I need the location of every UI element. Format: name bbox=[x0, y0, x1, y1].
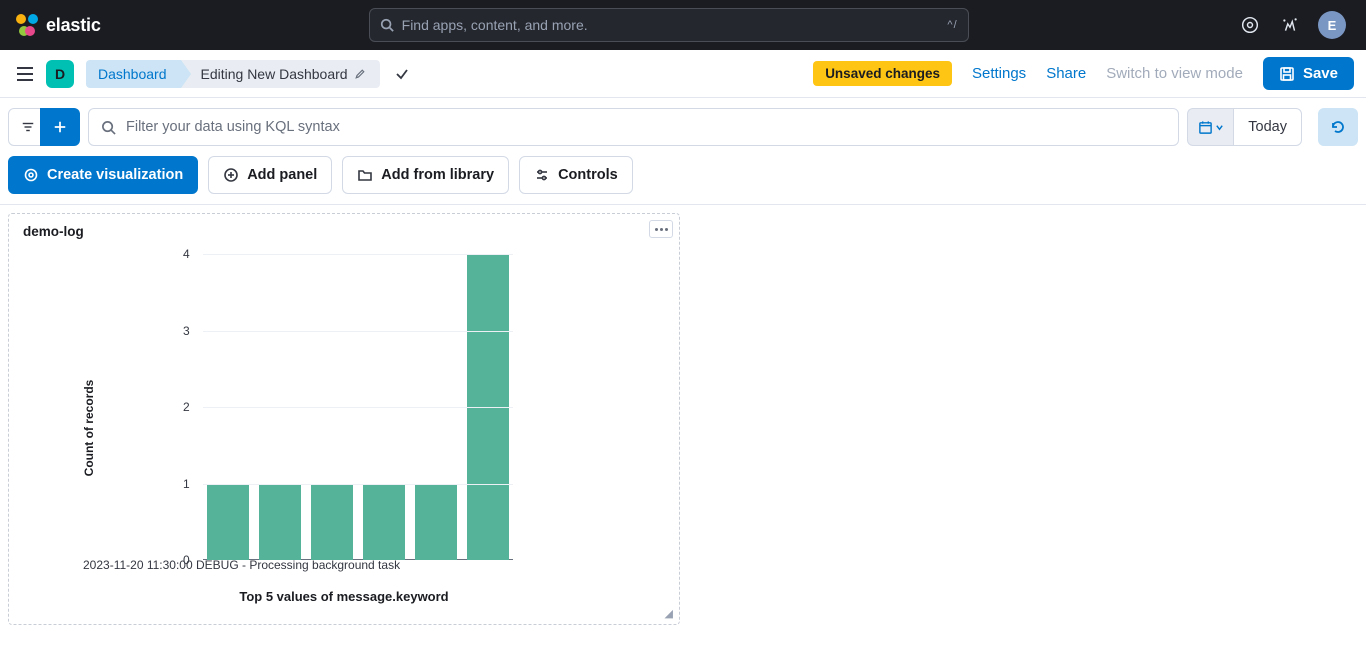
controls-icon bbox=[534, 167, 550, 183]
query-bar: Today bbox=[0, 98, 1366, 156]
refresh-button[interactable] bbox=[1318, 108, 1358, 146]
save-icon bbox=[1279, 66, 1295, 82]
breadcrumbs: Dashboard Editing New Dashboard bbox=[86, 60, 410, 88]
bar-chart: Count of records 01234 2023-11-20 11:30:… bbox=[23, 246, 665, 610]
x-tick-first: 2023-11-20 11:30:00 DEBUG - Processing b… bbox=[83, 558, 400, 572]
dashboard-toolbar: Create visualization Add panel Add from … bbox=[0, 156, 1366, 205]
global-search: ^/ bbox=[369, 8, 969, 42]
date-picker: Today bbox=[1187, 108, 1302, 146]
top-nav: elastic ^/ E bbox=[0, 0, 1366, 50]
logo-text: elastic bbox=[46, 15, 101, 36]
newsfeed-icon[interactable] bbox=[1238, 13, 1262, 37]
user-avatar[interactable]: E bbox=[1318, 11, 1346, 39]
create-visualization-button[interactable]: Create visualization bbox=[8, 156, 198, 194]
panel-options-button[interactable] bbox=[649, 220, 673, 238]
search-kbd-hint: ^/ bbox=[947, 19, 957, 31]
switch-view-mode: Switch to view mode bbox=[1106, 65, 1243, 82]
plot-area: 01234 bbox=[203, 254, 513, 560]
add-panel-button[interactable]: Add panel bbox=[208, 156, 332, 194]
settings-link[interactable]: Settings bbox=[972, 65, 1026, 82]
search-icon bbox=[101, 120, 116, 135]
date-picker-button[interactable] bbox=[1187, 108, 1233, 146]
bar[interactable] bbox=[415, 484, 457, 561]
create-viz-label: Create visualization bbox=[47, 167, 183, 183]
plus-circle-icon bbox=[223, 167, 239, 183]
global-search-input[interactable] bbox=[402, 17, 940, 33]
folder-icon bbox=[357, 167, 373, 183]
logo[interactable]: elastic bbox=[8, 14, 101, 36]
y-tick: 3 bbox=[183, 324, 190, 338]
breadcrumb-current-label: Editing New Dashboard bbox=[201, 66, 348, 82]
nav-toggle-icon[interactable] bbox=[12, 61, 38, 87]
global-search-box[interactable]: ^/ bbox=[369, 8, 969, 42]
refresh-icon bbox=[1330, 119, 1346, 135]
bar[interactable] bbox=[207, 484, 249, 561]
viz-panel[interactable]: demo-log Count of records 01234 2023-11-… bbox=[8, 213, 680, 625]
kql-query-box[interactable] bbox=[88, 108, 1179, 146]
add-library-label: Add from library bbox=[381, 167, 494, 183]
breadcrumb-dashboard[interactable]: Dashboard bbox=[86, 60, 181, 88]
y-tick: 4 bbox=[183, 247, 190, 261]
header-bar: D Dashboard Editing New Dashboard Unsave… bbox=[0, 50, 1366, 98]
breadcrumb-current[interactable]: Editing New Dashboard bbox=[181, 60, 380, 88]
bar[interactable] bbox=[311, 484, 353, 561]
lens-icon bbox=[23, 167, 39, 183]
dashboard-canvas: demo-log Count of records 01234 2023-11-… bbox=[0, 205, 1366, 633]
y-tick: 2 bbox=[183, 400, 190, 414]
date-range-label[interactable]: Today bbox=[1233, 108, 1302, 146]
help-icon[interactable] bbox=[1278, 13, 1302, 37]
pencil-icon bbox=[354, 68, 366, 80]
elastic-logo-icon bbox=[16, 14, 38, 36]
save-label: Save bbox=[1303, 65, 1338, 82]
resize-handle-icon[interactable]: ◢ bbox=[665, 607, 673, 620]
share-link[interactable]: Share bbox=[1046, 65, 1086, 82]
y-axis-label: Count of records bbox=[82, 358, 96, 498]
x-axis-label: Top 5 values of message.keyword bbox=[23, 589, 665, 604]
panel-title: demo-log bbox=[23, 224, 665, 239]
save-button[interactable]: Save bbox=[1263, 57, 1354, 90]
add-filter-button[interactable] bbox=[40, 108, 80, 146]
controls-button[interactable]: Controls bbox=[519, 156, 633, 194]
space-selector[interactable]: D bbox=[46, 60, 74, 88]
y-tick: 1 bbox=[183, 477, 190, 491]
breadcrumb-confirm-icon[interactable] bbox=[394, 66, 410, 82]
unsaved-changes-badge: Unsaved changes bbox=[813, 61, 952, 86]
bar[interactable] bbox=[259, 484, 301, 561]
chevron-down-icon bbox=[1215, 123, 1224, 132]
bar[interactable] bbox=[363, 484, 405, 561]
add-from-library-button[interactable]: Add from library bbox=[342, 156, 509, 194]
kql-input[interactable] bbox=[126, 119, 1166, 135]
calendar-icon bbox=[1198, 120, 1213, 135]
add-panel-label: Add panel bbox=[247, 167, 317, 183]
search-icon bbox=[380, 18, 394, 32]
controls-label: Controls bbox=[558, 167, 618, 183]
